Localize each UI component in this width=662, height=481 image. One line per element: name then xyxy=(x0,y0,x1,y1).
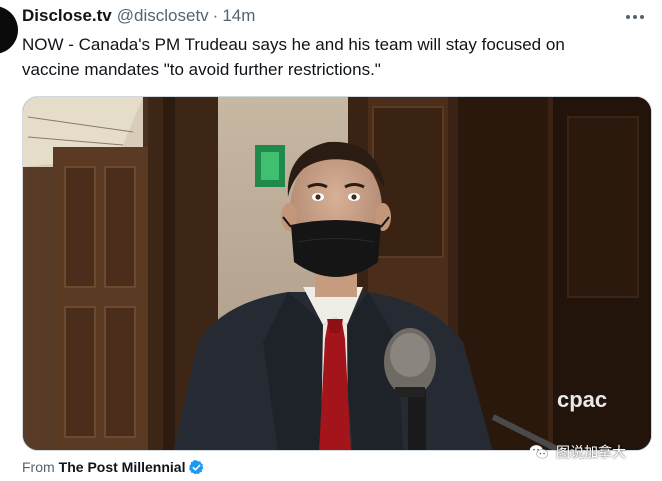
tweet-text-line-2: vaccine mandates "to avoid further restr… xyxy=(22,60,381,79)
user-handle[interactable]: @disclosetv xyxy=(117,6,209,26)
tweet-header: Disclose.tv @disclosetv · 14m xyxy=(22,5,255,27)
tweet-text: NOW - Canada's PM Trudeau says he and hi… xyxy=(22,32,642,82)
watermark-text: 图说加拿大 xyxy=(556,444,626,460)
verified-badge-icon xyxy=(189,459,204,474)
video-frame: cpac xyxy=(23,97,651,450)
more-options-icon[interactable] xyxy=(622,8,648,26)
media-attribution: From The Post Millennial xyxy=(22,458,205,476)
separator-dot: · xyxy=(212,6,219,25)
video-player[interactable]: cpac xyxy=(22,96,652,451)
source-account-link[interactable]: The Post Millennial xyxy=(59,459,186,475)
avatar[interactable] xyxy=(0,6,18,54)
timestamp[interactable]: 14m xyxy=(222,6,255,26)
cpac-logo: cpac xyxy=(557,387,607,412)
display-name[interactable]: Disclose.tv xyxy=(22,6,112,26)
from-label: From xyxy=(22,459,55,475)
wechat-icon xyxy=(529,445,548,459)
tweet-text-line-1: NOW - Canada's PM Trudeau says he and hi… xyxy=(22,35,565,54)
wechat-watermark: 图说加拿大 xyxy=(528,440,626,464)
